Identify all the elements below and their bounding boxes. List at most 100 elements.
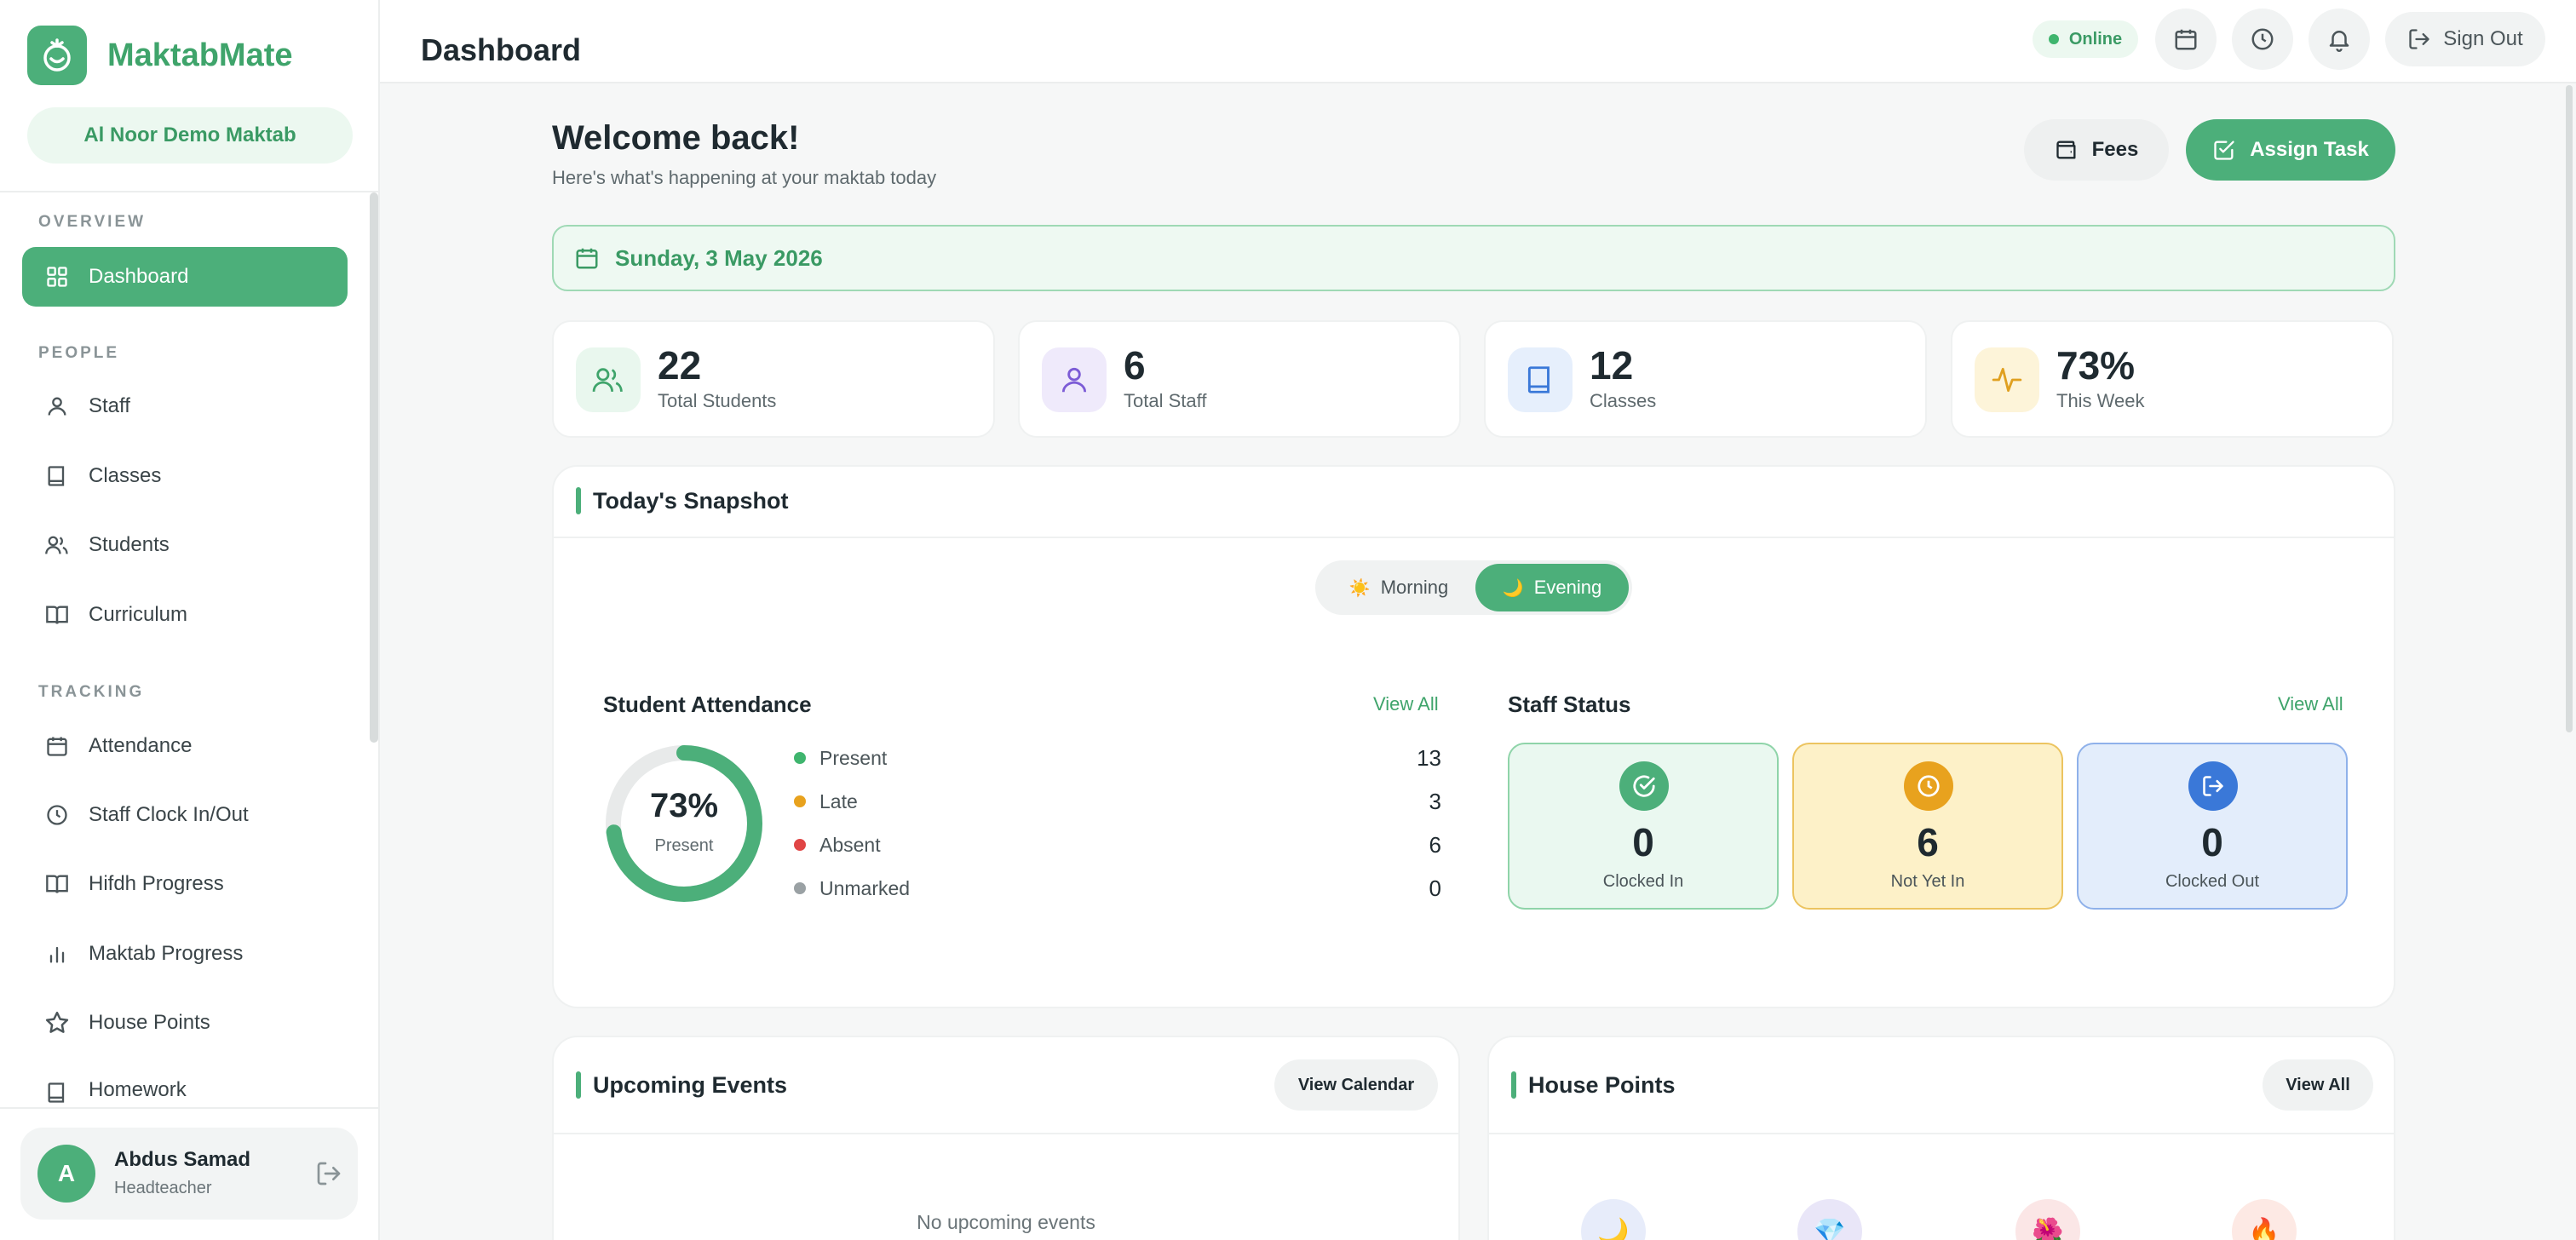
sun-icon: ☀️ [1348, 578, 1371, 598]
staff-count: 0 [2201, 820, 2223, 864]
fees-button[interactable]: Fees [2024, 119, 2169, 181]
maktabmate-logo-icon [27, 26, 87, 85]
stat-label: Total Staff [1124, 390, 1207, 411]
check-circle-icon [1619, 761, 1669, 811]
book-icon [43, 1078, 72, 1107]
staff-card-clocked-out[interactable]: 0 Clocked Out [2077, 743, 2348, 910]
sign-out-icon [2188, 761, 2238, 811]
avatar: A [37, 1145, 95, 1203]
events-empty-text: No upcoming events [917, 1211, 1095, 1233]
sidebar-item-attendance[interactable]: Attendance [22, 716, 348, 776]
sidebar-divider [0, 191, 378, 192]
staff-card-not-yet-in[interactable]: 6 Not Yet In [1792, 743, 2063, 910]
view-calendar-button[interactable]: View Calendar [1274, 1059, 1438, 1111]
notifications-button[interactable] [2309, 9, 2370, 70]
section-overview: OVERVIEW [38, 213, 147, 231]
legend-label: Unmarked [819, 876, 911, 899]
sidebar-item-label: Dashboard [89, 265, 189, 288]
organisation-switcher[interactable]: Al Noor Demo Maktab [27, 107, 353, 164]
attendance-view-all-link[interactable]: View All [1373, 693, 1439, 715]
bar-chart-icon [43, 939, 72, 968]
staff-count: 0 [1632, 820, 1654, 864]
assign-task-label: Assign Task [2250, 138, 2369, 161]
panel-header: Today's Snapshot [554, 467, 2394, 538]
sidebar-item-label: Staff Clock In/Out [89, 803, 249, 826]
brand[interactable]: MaktabMate [27, 26, 293, 85]
stat-value: 6 [1124, 343, 1146, 388]
sidebar-item-homework[interactable]: Homework [22, 1063, 348, 1107]
sidebar-item-dashboard[interactable]: Dashboard [22, 247, 348, 307]
snapshot-title: Today's Snapshot [593, 487, 789, 514]
stat-card-this-week[interactable]: 73% This Week [1951, 320, 2394, 438]
moon-icon: 🌙 [1502, 578, 1524, 598]
sidebar-item-maktab-progress[interactable]: Maktab Progress [22, 924, 348, 984]
clock-icon [43, 801, 72, 830]
star-icon [43, 1008, 72, 1037]
sidebar-item-staff[interactable]: Staff [22, 376, 348, 436]
assign-task-button[interactable]: Assign Task [2186, 119, 2395, 181]
staff-count: 6 [1917, 820, 1939, 864]
stat-label: Total Students [658, 390, 777, 411]
staff-card-clocked-in[interactable]: 0 Clocked In [1508, 743, 1779, 910]
sidebar-scrollbar[interactable] [370, 192, 378, 743]
stat-card-staff[interactable]: 6 Total Staff [1018, 320, 1461, 438]
panel-title: House Points [1511, 1071, 1676, 1099]
people-icon [43, 531, 72, 560]
legend-label: Present [819, 746, 888, 769]
legend-row-absent: Absent 6 [794, 830, 1441, 860]
shift-morning[interactable]: ☀️ Morning [1322, 564, 1475, 611]
house-points-title: House Points [1528, 1071, 1676, 1098]
attendance-title: Student Attendance [603, 692, 812, 717]
logout-icon[interactable] [315, 1160, 342, 1187]
user-role: Headteacher [114, 1179, 212, 1197]
stat-value: 73% [2056, 343, 2136, 388]
staff-label: Not Yet In [1890, 872, 1965, 891]
sidebar-item-label: Attendance [89, 734, 193, 757]
events-panel: Upcoming Events View Calendar No upcomin… [552, 1036, 1460, 1240]
shift-evening[interactable]: 🌙 Evening [1475, 564, 1629, 611]
clock-icon [1904, 761, 1953, 811]
sidebar-item-curriculum[interactable]: Curriculum [22, 585, 348, 645]
attendance-percent-label: Present [654, 836, 714, 855]
sidebar-item-label: Students [89, 533, 170, 556]
attendance-percent: 73% [649, 787, 719, 824]
sidebar-item-hifdh-progress[interactable]: Hifdh Progress [22, 854, 348, 914]
stat-card-classes[interactable]: 12 Classes [1484, 320, 1927, 438]
panel-header: Upcoming Events View Calendar [554, 1037, 1458, 1134]
sidebar-item-label: Hifdh Progress [89, 872, 224, 895]
staff-view-all-link[interactable]: View All [2278, 693, 2343, 715]
topbar: Dashboard Online Sign Out [380, 0, 2576, 83]
online-dot-icon [2048, 34, 2059, 44]
page-scrollbar[interactable] [2566, 85, 2573, 732]
stat-card-students[interactable]: 22 Total Students [552, 320, 995, 438]
clock-button[interactable] [2232, 9, 2293, 70]
house-points-view-all-button[interactable]: View All [2263, 1059, 2373, 1111]
current-date: Sunday, 3 May 2026 [615, 244, 823, 271]
absent-dot-icon [794, 839, 806, 851]
user-card[interactable]: A Abdus Samad Headteacher [20, 1128, 358, 1220]
panel-title: Upcoming Events [576, 1071, 787, 1099]
calendar-icon [574, 245, 615, 271]
user-name: Abdus Samad [114, 1148, 251, 1171]
sidebar-item-classes[interactable]: Classes [22, 446, 348, 506]
sidebar-item-label: House Points [89, 1011, 210, 1034]
fees-label: Fees [2091, 138, 2139, 161]
open-book-icon [43, 600, 72, 629]
legend-row-unmarked: Unmarked 0 [794, 873, 1441, 904]
stat-label: Classes [1590, 390, 1657, 411]
sidebar-item-staff-clock[interactable]: Staff Clock In/Out [22, 785, 348, 845]
stat-value: 12 [1590, 343, 1634, 388]
staff-label: Clocked In [1602, 872, 1684, 891]
person-icon [43, 392, 72, 421]
legend-row-late: Late 3 [794, 786, 1441, 817]
date-banner: Sunday, 3 May 2026 [552, 225, 2395, 291]
calendar-button[interactable] [2155, 9, 2217, 70]
checkbox-icon [2212, 138, 2250, 162]
sidebar-item-house-points[interactable]: House Points [22, 993, 348, 1053]
welcome-title: Welcome back! [552, 119, 800, 157]
sign-out-button[interactable]: Sign Out [2385, 12, 2545, 66]
panel-title: Today's Snapshot [576, 487, 788, 514]
shift-toggle: ☀️ Morning 🌙 Evening [1315, 560, 1632, 615]
welcome-subtitle: Here's what's happening at your maktab t… [552, 167, 937, 188]
sidebar-item-students[interactable]: Students [22, 515, 348, 575]
